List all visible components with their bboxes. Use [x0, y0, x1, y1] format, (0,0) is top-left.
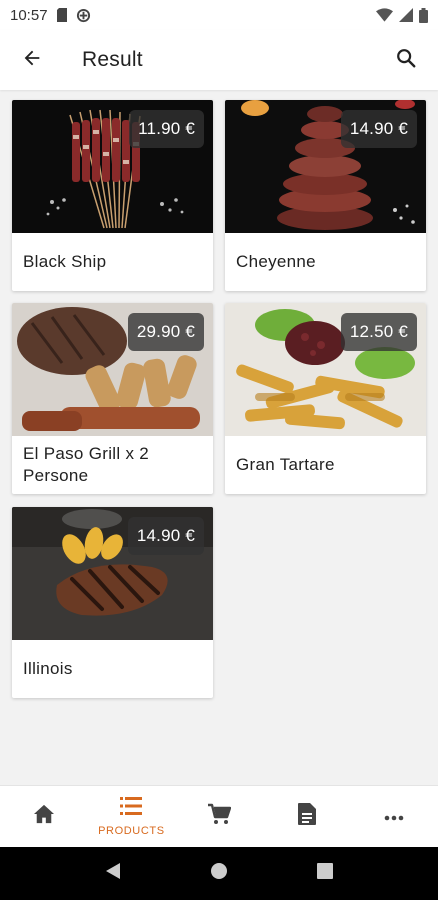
more-icon [384, 808, 404, 826]
list-icon [120, 796, 143, 821]
product-name: El Paso Grill x 2 Persone [23, 444, 150, 485]
system-navigation-bar [0, 847, 438, 900]
cart-icon [207, 803, 232, 830]
back-button[interactable] [4, 32, 60, 88]
price-badge: 29.90 € [127, 313, 204, 351]
system-home-button[interactable] [199, 854, 239, 894]
wifi-icon [376, 8, 393, 22]
sd-card-icon [56, 8, 68, 22]
search-icon [395, 47, 417, 74]
signal-icon [399, 8, 413, 22]
recents-square-icon [317, 863, 333, 884]
sliced-steak-photo: 14.90 € [225, 100, 426, 233]
product-card-gran-tartare[interactable]: 12.50 € Gran Tartare [225, 303, 426, 494]
mixed-grill-photo: 29.90 € [12, 303, 213, 436]
nav-products-label: PRODUCTS [98, 825, 165, 837]
skewers-photo: 11.90 € [12, 100, 213, 233]
price-badge: 14.90 € [340, 110, 417, 148]
product-name: Illinois [23, 659, 73, 678]
status-time: 10:57 [10, 6, 48, 24]
data-saver-icon [76, 8, 91, 23]
product-card-cheyenne[interactable]: 14.90 € Cheyenne [225, 100, 426, 291]
nav-home[interactable] [0, 786, 88, 847]
product-name: Gran Tartare [236, 455, 335, 474]
product-card-el-paso-grill[interactable]: 29.90 € El Paso Grill x 2 Persone [12, 303, 213, 494]
home-icon [33, 804, 55, 829]
home-circle-icon [210, 862, 228, 885]
document-icon [297, 803, 316, 830]
product-name: Cheyenne [236, 252, 316, 271]
arrow-back-icon [21, 47, 43, 74]
app-bar: Result [0, 30, 438, 90]
product-card-black-ship[interactable]: 11.90 € Black Ship [12, 100, 213, 291]
nav-cart[interactable] [175, 786, 263, 847]
nav-documents[interactable] [263, 786, 351, 847]
price-badge: 14.90 € [127, 517, 204, 555]
price-badge: 12.50 € [340, 313, 417, 351]
nav-more[interactable] [350, 786, 438, 847]
tartare-fries-photo: 12.50 € [225, 303, 426, 436]
product-name: Black Ship [23, 252, 107, 271]
product-card-illinois[interactable]: 14.90 € Illinois [12, 507, 213, 698]
nav-products[interactable]: PRODUCTS [88, 786, 176, 847]
battery-icon [419, 7, 428, 23]
page-title: Result [82, 48, 143, 71]
status-bar: 10:57 [0, 0, 438, 30]
back-triangle-icon [105, 862, 121, 885]
search-button[interactable] [382, 36, 430, 84]
bottom-navigation: PRODUCTS [0, 785, 438, 847]
system-back-button[interactable] [93, 854, 133, 894]
price-badge: 11.90 € [129, 110, 204, 148]
grilled-steak-photo: 14.90 € [12, 507, 213, 640]
system-recents-button[interactable] [305, 854, 345, 894]
